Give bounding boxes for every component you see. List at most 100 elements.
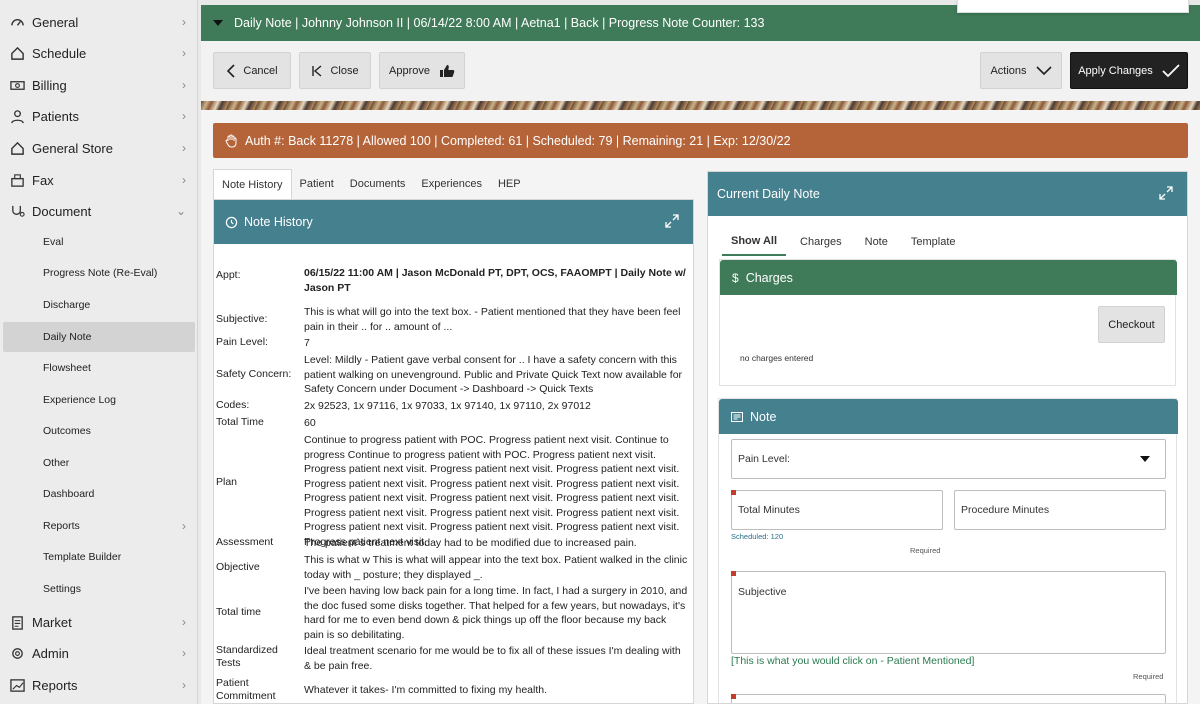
sidebar-sub-other[interactable]: Other [3,448,195,478]
pain-level-label: Pain Level: [738,453,790,465]
sidebar-sub-reports[interactable]: Reports › [3,511,195,541]
collapse-caret-icon[interactable] [213,20,223,26]
current-daily-note-panel: Current Daily Note Show All Charges Note… [707,171,1188,704]
sidebar-sub-label: Eval [43,236,64,248]
total-minutes-label: Total Minutes [738,504,800,516]
note-row-label: Safety Concern: [216,368,292,380]
sidebar-sub-experience-log[interactable]: Experience Log [3,385,195,415]
sidebar-sub-label: Experience Log [43,394,116,406]
hand-icon [225,134,238,148]
procedure-minutes-label: Procedure Minutes [961,504,1050,516]
cancel-label: Cancel [243,64,278,77]
procedure-minutes-field[interactable]: Procedure Minutes [954,490,1166,530]
tab-charges[interactable]: Charges [791,228,851,256]
sidebar-item-label: Patients [32,108,79,124]
chart-icon [9,677,25,693]
chevron-right-icon: › [182,173,186,187]
sidebar-sub-label: Other [43,457,70,469]
dropdown-caret-icon [1140,456,1150,462]
sidebar-item-label: General [32,14,79,30]
sidebar-sub-label: Reports [43,520,80,532]
sidebar-item-market[interactable]: Market › [0,607,198,637]
scheduled-text: Scheduled: 120 [731,532,784,541]
sidebar-item-patients[interactable]: Patients › [0,101,198,131]
sidebar-sub-label: Settings [43,583,81,595]
toolbar: Cancel Close Approve Actions Apply Chang… [201,41,1200,101]
total-minutes-field[interactable]: Total Minutes [731,490,943,530]
sidebar-item-reports[interactable]: Reports › [0,670,198,700]
sidebar-sub-dashboard[interactable]: Dashboard [3,479,195,509]
actions-button[interactable]: Actions [980,52,1062,89]
checkout-button[interactable]: Checkout [1098,306,1165,343]
chevron-right-icon: › [182,46,186,60]
tab-hep[interactable]: HEP [490,169,529,199]
expand-icon[interactable] [665,214,679,228]
sidebar-sub-flowsheet[interactable]: Flowsheet [3,353,195,383]
sidebar-item-billing[interactable]: Billing › [0,70,198,100]
sidebar-item-label: Schedule [32,45,87,61]
subjective-quick-text-link[interactable]: [This is what you would click on - Patie… [731,655,974,667]
note-row-value: The patient`s treatment today had to be … [304,537,637,549]
apply-changes-button[interactable]: Apply Changes [1070,52,1188,89]
note-row-label: Total Time [216,416,264,428]
sidebar-sub-template-builder[interactable]: Template Builder [3,542,195,572]
sidebar-item-document[interactable]: Document ⌄ [0,196,198,226]
stethoscope-icon [9,203,25,219]
next-field[interactable] [731,694,1166,703]
sidebar-item-label: Document [32,203,92,219]
note-row-label: Pain Level: [216,336,268,348]
note-row-label: Standardized Tests [216,644,278,669]
sidebar-sub-label: Discharge [43,299,91,311]
sidebar-item-admin[interactable]: Admin › [0,638,198,668]
chevron-down-icon [1035,65,1052,76]
money-icon [9,77,25,93]
sidebar-sub-label: Flowsheet [43,362,91,374]
chevron-right-icon: › [182,15,186,29]
note-title: Note [750,409,777,424]
cancel-button[interactable]: Cancel [213,52,291,89]
tab-patient[interactable]: Patient [292,169,342,199]
no-charges-text: no charges entered [740,353,814,363]
tab-note-history[interactable]: Note History [213,169,292,199]
sidebar-sub-discharge[interactable]: Discharge [3,290,195,320]
sidebar-sub-eval[interactable]: Eval [3,227,195,257]
chevron-right-icon: › [182,109,186,123]
sidebar-sub-label: Progress Note (Re-Eval) [43,267,158,279]
sidebar-sub-outcomes[interactable]: Outcomes [3,416,195,446]
tab-documents[interactable]: Documents [342,169,414,199]
auth-banner: Auth #: Back 11278 | Allowed 100 | Compl… [213,123,1188,158]
chevron-down-icon: ⌄ [175,204,186,218]
sidebar-item-label: Market [32,614,72,630]
note-row-value: 60 [304,417,316,429]
sidebar-sub-label: Template Builder [43,551,122,563]
actions-label: Actions [990,64,1027,77]
sidebar-item-general-store[interactable]: General Store › [0,133,198,163]
tab-template[interactable]: Template [902,228,965,256]
approve-button[interactable]: Approve [379,52,465,89]
dollar-icon: $ [732,270,739,285]
subjective-field[interactable]: Subjective [731,571,1166,654]
note-card: Note Pain Level: Total Minutes Scheduled… [718,398,1178,703]
chevron-right-icon: › [182,519,186,533]
note-row-value: Level: Mildly - Patient gave verbal cons… [304,354,683,395]
sidebar-item-fax[interactable]: Fax › [0,165,198,195]
sidebar-sub-label: Daily Note [43,331,92,343]
charges-header: $ Charges [720,260,1177,295]
close-button[interactable]: Close [299,52,371,89]
note-history-title: Note History [244,215,313,229]
sidebar-sub-progress-note[interactable]: Progress Note (Re-Eval) [3,258,195,288]
expand-icon[interactable] [1159,186,1173,200]
sidebar-item-general[interactable]: General › [0,7,198,37]
note-row-value: Whatever it takes- I'm committed to fixi… [304,684,548,696]
chevron-left-icon [226,63,236,78]
pain-level-select[interactable]: Pain Level: [731,439,1166,479]
sidebar-sub-daily-note[interactable]: Daily Note [3,322,195,352]
tab-experiences[interactable]: Experiences [413,169,490,199]
fax-icon [9,172,25,188]
sidebar-sub-settings[interactable]: Settings [3,574,195,604]
tab-show-all[interactable]: Show All [722,228,787,256]
tab-note[interactable]: Note [856,228,897,256]
sidebar-item-schedule[interactable]: Schedule › [0,38,198,68]
note-row-label: Objective [216,561,260,573]
note-row-label: Assessment [216,536,274,548]
